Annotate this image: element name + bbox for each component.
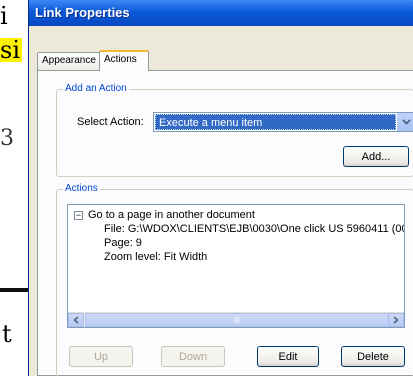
dialog-title[interactable]: Link Properties bbox=[29, 0, 413, 26]
actions-tree[interactable]: − Go to a page in another document File: … bbox=[67, 204, 405, 328]
scroll-thumb[interactable] bbox=[85, 313, 389, 327]
background-text-line: i bbox=[0, 2, 8, 30]
background-text-line: 3 bbox=[0, 126, 14, 151]
tree-item-goto-page[interactable]: − Go to a page in another document bbox=[74, 209, 255, 221]
group-label: Actions bbox=[63, 183, 100, 194]
tree-item-page[interactable]: Page: 9 bbox=[104, 237, 142, 249]
tree-item-file[interactable]: File: G:\WDOX\CLIENTS\EJB\0030\One click… bbox=[104, 223, 404, 235]
minus-box-icon[interactable]: − bbox=[74, 210, 83, 220]
tab-appearance[interactable]: Appearance bbox=[37, 52, 101, 70]
down-button[interactable]: Down bbox=[161, 346, 225, 367]
actions-panel: Add an Action Select Action: Execute a m… bbox=[37, 70, 413, 376]
link-properties-dialog: Link Properties Appearance Actions Add a… bbox=[28, 0, 413, 376]
chevron-down-icon[interactable] bbox=[397, 113, 413, 131]
background-text-line: t bbox=[2, 320, 12, 348]
add-button[interactable]: Add... bbox=[343, 146, 409, 167]
tab-actions[interactable]: Actions bbox=[99, 50, 149, 71]
scroll-left-button[interactable] bbox=[68, 313, 84, 327]
delete-button[interactable]: Delete bbox=[341, 346, 405, 367]
select-action-dropdown[interactable]: Execute a menu item bbox=[153, 112, 413, 132]
highlighted-text: si bbox=[0, 36, 22, 64]
up-button[interactable]: Up bbox=[69, 346, 133, 367]
actions-group: Actions − Go to a page in another documen… bbox=[56, 183, 413, 376]
add-action-group: Add an Action Select Action: Execute a m… bbox=[56, 83, 413, 177]
select-action-value: Execute a menu item bbox=[155, 114, 396, 130]
horizontal-scrollbar[interactable] bbox=[68, 312, 404, 327]
tree-item-label: Go to a page in another document bbox=[88, 209, 255, 221]
scroll-right-button[interactable] bbox=[388, 313, 404, 327]
tree-item-zoom[interactable]: Zoom level: Fit Width bbox=[104, 251, 207, 263]
edit-button[interactable]: Edit bbox=[257, 346, 319, 367]
select-action-label: Select Action: bbox=[77, 116, 144, 128]
group-label: Add an Action bbox=[63, 83, 129, 94]
